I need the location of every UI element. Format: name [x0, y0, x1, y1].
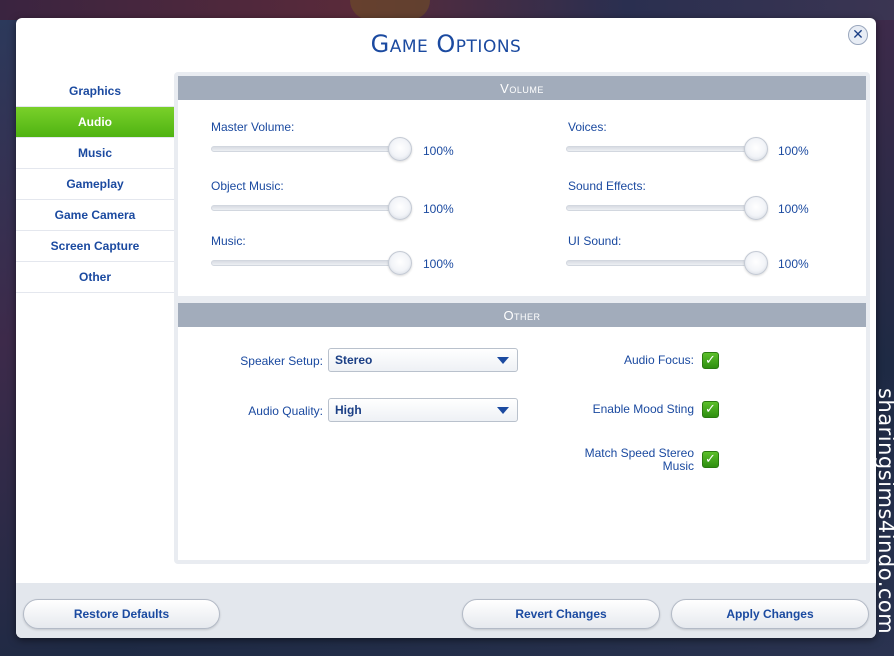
audio-focus-checkbox[interactable]: ✓	[702, 352, 719, 369]
checkmark-icon: ✓	[705, 402, 716, 417]
dialog-title: Game Options	[370, 30, 522, 58]
content-area: Volume Master Volume: 100% Voices: 100% …	[174, 72, 870, 564]
speaker-setup-label: Speaker Setup:	[240, 354, 323, 368]
sidebar-item-screen-capture[interactable]: Screen Capture	[16, 231, 174, 262]
sidebar-item-music[interactable]: Music	[16, 138, 174, 169]
watermark-text: sharingsims4indo.com	[874, 388, 894, 635]
speaker-setup-value: Stereo	[335, 353, 373, 367]
master-volume-track[interactable]	[211, 146, 401, 152]
ui-sound-thumb[interactable]	[744, 251, 768, 275]
sound-effects-thumb[interactable]	[744, 196, 768, 220]
sound-effects-track[interactable]	[566, 205, 756, 211]
audio-quality-select[interactable]: High	[328, 398, 518, 422]
object-music-label: Object Music:	[211, 179, 284, 193]
footer-bar: Restore Defaults Revert Changes Apply Ch…	[16, 583, 876, 638]
sound-effects-label: Sound Effects:	[568, 179, 646, 193]
revert-changes-button[interactable]: Revert Changes	[462, 599, 660, 629]
voices-track[interactable]	[566, 146, 756, 152]
ui-sound-track[interactable]	[566, 260, 756, 266]
game-options-dialog: Game Options ✕ Graphics Audio Music Game…	[16, 18, 876, 638]
match-speed-checkbox[interactable]: ✓	[702, 451, 719, 468]
music-volume-label: Music:	[211, 234, 246, 248]
ui-sound-value: 100%	[778, 257, 809, 271]
sound-effects-value: 100%	[778, 202, 809, 216]
checkmark-icon: ✓	[705, 353, 716, 368]
ui-sound-label: UI Sound:	[568, 234, 622, 248]
master-volume-thumb[interactable]	[388, 137, 412, 161]
speaker-setup-select[interactable]: Stereo	[328, 348, 518, 372]
sidebar-item-audio[interactable]: Audio	[16, 107, 174, 138]
sidebar-item-game-camera[interactable]: Game Camera	[16, 200, 174, 231]
restore-defaults-button[interactable]: Restore Defaults	[23, 599, 220, 629]
sidebar-item-gameplay[interactable]: Gameplay	[16, 169, 174, 200]
match-speed-label-line2: Music	[662, 459, 694, 473]
object-music-value: 100%	[423, 202, 454, 216]
voices-thumb[interactable]	[744, 137, 768, 161]
audio-focus-label: Audio Focus:	[623, 353, 694, 367]
apply-changes-button[interactable]: Apply Changes	[671, 599, 869, 629]
chevron-down-icon	[497, 407, 509, 414]
music-volume-track[interactable]	[211, 260, 401, 266]
background-band	[0, 0, 894, 20]
other-header: Other	[178, 303, 866, 327]
master-volume-value: 100%	[423, 144, 454, 158]
object-music-track[interactable]	[211, 205, 401, 211]
mood-sting-checkbox[interactable]: ✓	[702, 401, 719, 418]
volume-panel: Volume Master Volume: 100% Voices: 100% …	[178, 76, 866, 296]
chevron-down-icon	[497, 357, 509, 364]
sidebar-item-other[interactable]: Other	[16, 262, 174, 293]
mood-sting-label: Enable Mood Sting	[592, 402, 694, 416]
sidebar: Graphics Audio Music Gameplay Game Camer…	[16, 76, 174, 293]
audio-quality-value: High	[335, 403, 362, 417]
audio-quality-label: Audio Quality:	[248, 404, 323, 418]
voices-value: 100%	[778, 144, 809, 158]
voices-label: Voices:	[568, 120, 607, 134]
background-shape	[350, 0, 430, 20]
volume-header: Volume	[178, 76, 866, 100]
other-panel: Other Speaker Setup: Stereo Audio Qualit…	[178, 303, 866, 560]
checkmark-icon: ✓	[705, 452, 716, 467]
sidebar-item-graphics[interactable]: Graphics	[16, 76, 174, 107]
master-volume-label: Master Volume:	[211, 120, 295, 134]
object-music-thumb[interactable]	[388, 196, 412, 220]
music-volume-thumb[interactable]	[388, 251, 412, 275]
close-icon[interactable]: ✕	[848, 25, 868, 45]
music-volume-value: 100%	[423, 257, 454, 271]
match-speed-label: Match Speed Stereo Music	[558, 447, 694, 473]
